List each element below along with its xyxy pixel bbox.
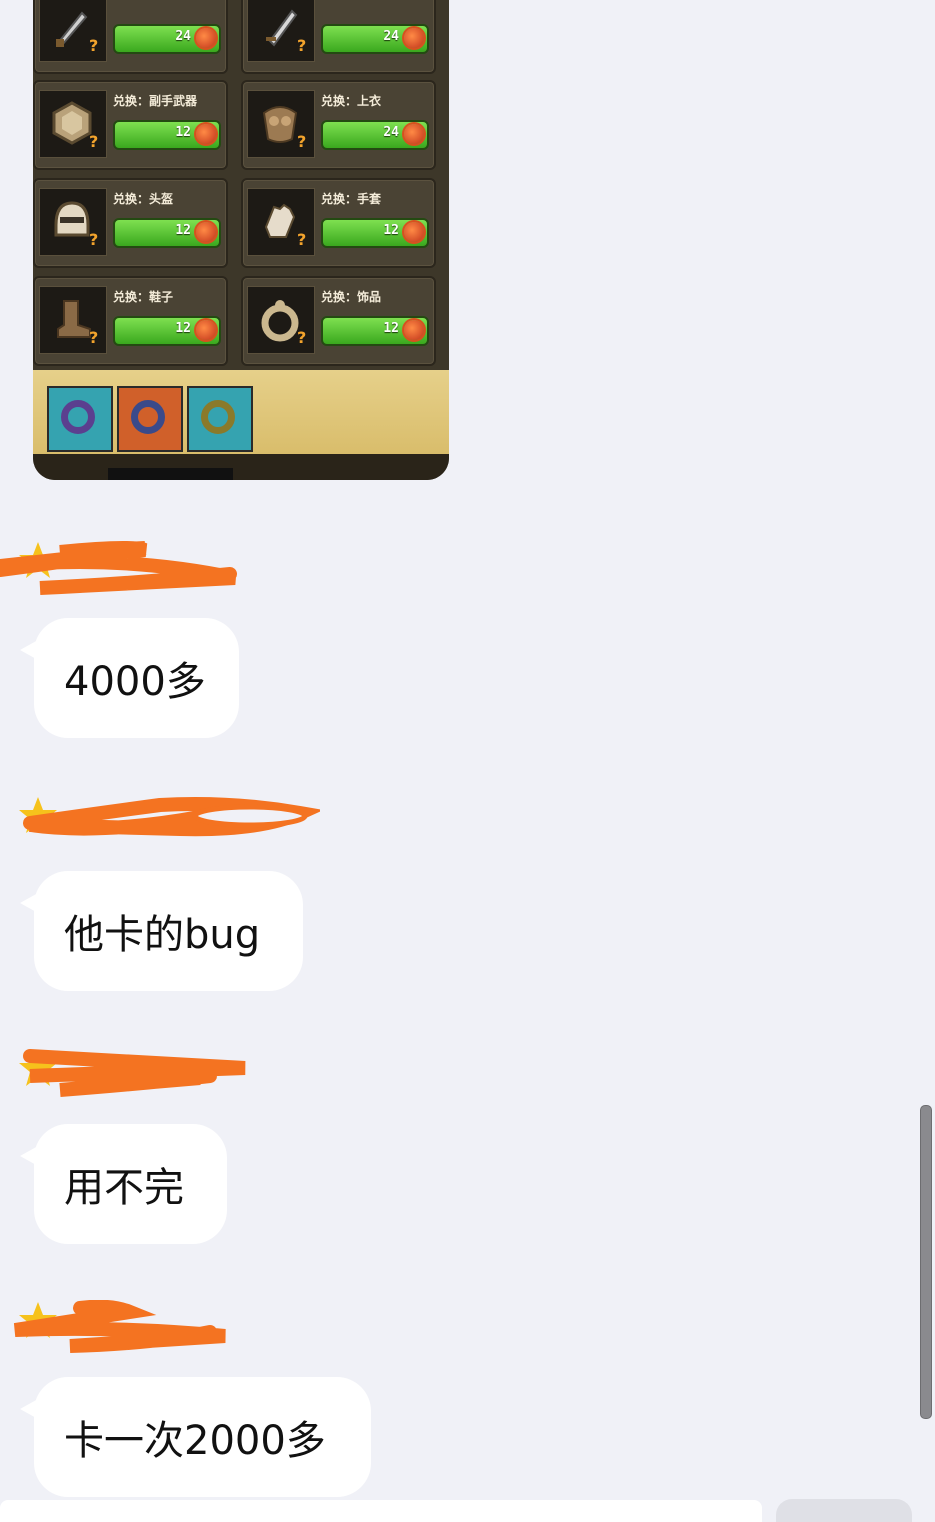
ring-green-icon[interactable] bbox=[187, 386, 253, 452]
gem-icon bbox=[404, 28, 424, 48]
exchange-button[interactable]: 12 bbox=[321, 218, 429, 248]
exchange-slot[interactable]: ? 24 bbox=[241, 0, 436, 74]
slot-label: 兑换：饰品 bbox=[321, 290, 382, 304]
message-bubble[interactable]: 他卡的bug bbox=[20, 871, 303, 991]
sender-name-redacted bbox=[0, 795, 320, 837]
cost-value: 12 bbox=[383, 223, 399, 238]
exchange-slot[interactable]: ? 兑换：头盔 12 bbox=[33, 178, 228, 268]
message-bubble[interactable]: 4000多 bbox=[20, 618, 239, 738]
scrollbar[interactable] bbox=[920, 1105, 932, 1419]
cost-value: 24 bbox=[175, 29, 191, 44]
question-mark: ? bbox=[297, 230, 307, 249]
question-mark: ? bbox=[89, 132, 99, 151]
slot-label: 兑换：上衣 bbox=[321, 94, 382, 108]
gem-icon bbox=[196, 320, 216, 340]
cost-value: 12 bbox=[175, 223, 191, 238]
exchange-button[interactable]: 12 bbox=[113, 218, 221, 248]
message-text: 4000多 bbox=[64, 659, 206, 705]
question-mark: ? bbox=[297, 328, 307, 347]
send-button[interactable] bbox=[776, 1499, 912, 1522]
question-mark: ? bbox=[297, 36, 307, 55]
sender-name-redacted bbox=[0, 1300, 310, 1353]
image-message[interactable]: ? 24 ? 24 ? 兑换：副手武器 12 ? 兑换：上衣 24 ? 兑换：头… bbox=[33, 0, 449, 480]
exchange-button[interactable]: 12 bbox=[113, 120, 221, 150]
slot-label: 兑换：副手武器 bbox=[113, 94, 198, 108]
exchange-button[interactable]: 24 bbox=[321, 120, 429, 150]
question-mark: ? bbox=[297, 132, 307, 151]
exchange-panel: ? 24 ? 24 ? 兑换：副手武器 12 ? 兑换：上衣 24 ? 兑换：头… bbox=[33, 0, 449, 370]
game-bottom-strip bbox=[33, 454, 449, 480]
cost-value: 24 bbox=[383, 125, 399, 140]
exchange-button[interactable]: 24 bbox=[113, 24, 221, 54]
slot-label: 兑换：鞋子 bbox=[113, 290, 174, 304]
exchange-slot[interactable]: ? 兑换：手套 12 bbox=[241, 178, 436, 268]
message-bubble[interactable]: 卡一次2000多 bbox=[20, 1377, 371, 1497]
gem-icon bbox=[196, 222, 216, 242]
exchange-slot[interactable]: ? 兑换：副手武器 12 bbox=[33, 80, 228, 170]
gem-icon bbox=[404, 320, 424, 340]
cost-value: 12 bbox=[175, 321, 191, 336]
message-text: 卡一次2000多 bbox=[64, 1418, 326, 1464]
exchange-button[interactable]: 24 bbox=[321, 24, 429, 54]
exchange-button[interactable]: 12 bbox=[113, 316, 221, 346]
ring-purple-icon[interactable] bbox=[47, 386, 113, 452]
message-text: 用不完 bbox=[64, 1165, 184, 1211]
gem-icon bbox=[196, 28, 216, 48]
message-text: 他卡的bug bbox=[64, 912, 261, 958]
message-bubble[interactable]: 用不完 bbox=[20, 1124, 227, 1244]
sender-name-redacted bbox=[0, 1048, 310, 1097]
ring-orange-icon[interactable] bbox=[117, 386, 183, 452]
message-input[interactable] bbox=[0, 1500, 762, 1522]
question-mark: ? bbox=[89, 328, 99, 347]
redaction-scribble bbox=[13, 1300, 226, 1353]
slot-label: 兑换：头盔 bbox=[113, 192, 174, 206]
redaction-scribble bbox=[23, 797, 320, 837]
gem-icon bbox=[404, 124, 424, 144]
sender-name-redacted bbox=[0, 540, 310, 595]
redaction-scribble bbox=[23, 1049, 246, 1097]
gem-icon bbox=[196, 124, 216, 144]
question-mark: ? bbox=[89, 230, 99, 249]
exchange-slot[interactable]: ? 兑换：鞋子 12 bbox=[33, 276, 228, 366]
exchange-slot[interactable]: ? 兑换：上衣 24 bbox=[241, 80, 436, 170]
slot-label: 兑换：手套 bbox=[321, 192, 382, 206]
exchange-slot[interactable]: ? 24 bbox=[33, 0, 228, 74]
redaction-scribble bbox=[0, 540, 237, 595]
cost-value: 12 bbox=[383, 321, 399, 336]
question-mark: ? bbox=[89, 36, 99, 55]
exchange-slot[interactable]: ? 兑换：饰品 12 bbox=[241, 276, 436, 366]
cost-value: 24 bbox=[383, 29, 399, 44]
cost-value: 12 bbox=[175, 125, 191, 140]
gem-icon bbox=[404, 222, 424, 242]
exchange-button[interactable]: 12 bbox=[321, 316, 429, 346]
